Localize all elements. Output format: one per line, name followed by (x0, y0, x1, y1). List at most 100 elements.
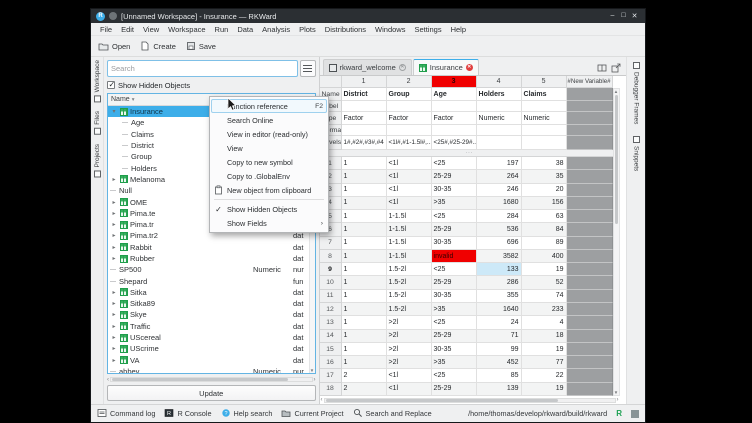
data-cell-r14-c1[interactable]: 1 (342, 330, 387, 343)
expander-collapsed-icon[interactable]: ▸ (110, 199, 118, 206)
data-cell-r14-c3[interactable]: 25-29 (432, 330, 477, 343)
data-cell-r13-c3[interactable]: <25 (432, 316, 477, 329)
menu-item-new-object-from-clipboard[interactable]: New object from clipboard (210, 183, 328, 197)
data-cell-r7-c5[interactable]: 89 (522, 237, 567, 250)
new-variable-cell[interactable] (567, 250, 613, 263)
data-cell-r6-c1[interactable]: 1 (342, 223, 387, 236)
dock-tab-snippets[interactable]: Snippets (633, 136, 640, 171)
new-variable-cell[interactable] (567, 303, 613, 316)
data-cell-r18-c2[interactable]: <1l (387, 383, 432, 396)
statusbar-search-and-replace-button[interactable]: Search and Replace (353, 408, 432, 420)
data-cell-r10-c2[interactable]: 1.5-2l (387, 276, 432, 289)
menu-plots[interactable]: Plots (295, 24, 320, 35)
dock-tab-workspace[interactable]: Workspace (94, 60, 101, 102)
menu-view[interactable]: View (139, 24, 163, 35)
meta-levels-cell[interactable]: <1l#,#1-1.5l#,... (387, 136, 432, 150)
data-cell-r17-c2[interactable]: <1l (387, 369, 432, 382)
meta-name-cell[interactable]: Group (387, 88, 432, 101)
dock-tab-debugger-frames[interactable]: Debugger Frames (633, 62, 640, 124)
expander-collapsed-icon[interactable]: ▸ (110, 345, 118, 352)
data-cell-r5-c5[interactable]: 63 (522, 210, 567, 223)
new-variable-cell[interactable] (567, 369, 613, 382)
menu-settings[interactable]: Settings (410, 24, 445, 35)
meta-levels-cell[interactable]: <25#,#25-29#... (432, 136, 477, 150)
data-cell-r18-c1[interactable]: 2 (342, 383, 387, 396)
close-button[interactable]: ✕ (629, 12, 640, 20)
menu-item-view[interactable]: View (210, 141, 328, 155)
data-cell-r15-c5[interactable]: 19 (522, 343, 567, 356)
data-cell-r3-c4[interactable]: 246 (477, 184, 522, 197)
meta-name-cell[interactable]: Age (432, 88, 477, 101)
table-vscroll-thumb[interactable] (615, 95, 618, 224)
meta-label-cell[interactable] (387, 101, 432, 112)
tree-item-va[interactable]: ▸VAdat (108, 355, 315, 366)
data-cell-r6-c5[interactable]: 84 (522, 223, 567, 236)
close-tab-icon[interactable]: ✕ (466, 64, 473, 71)
column-header-1[interactable]: 1 (342, 76, 387, 88)
expander-collapsed-icon[interactable]: ▸ (110, 289, 118, 296)
data-cell-r2-c3[interactable]: 25-29 (432, 170, 477, 183)
data-cell-r6-c3[interactable]: 25-29 (432, 223, 477, 236)
meta-levels-cell[interactable] (477, 136, 522, 150)
statusbar-command-log-button[interactable]: Command log (97, 408, 155, 420)
data-cell-r8-c1[interactable]: 1 (342, 250, 387, 263)
data-cell-r3-c5[interactable]: 20 (522, 184, 567, 197)
statusbar-r-console-button[interactable]: RR Console (164, 408, 211, 420)
data-cell-r9-c5[interactable]: 19 (522, 263, 567, 276)
menu-item-view-in-editor-read-only-[interactable]: View in editor (read-only) (210, 127, 328, 141)
menu-help[interactable]: Help (447, 24, 470, 35)
table-horizontal-scrollbar[interactable]: ‹ › (320, 396, 620, 404)
new-variable-cell[interactable] (567, 88, 613, 101)
show-hidden-checkbox[interactable] (107, 81, 115, 89)
scroll-down-icon[interactable]: ▼ (614, 390, 619, 395)
data-cell-r16-c5[interactable]: 77 (522, 356, 567, 369)
meta-label-cell[interactable] (432, 101, 477, 112)
data-cell-r4-c5[interactable]: 156 (522, 197, 567, 210)
tree-item-traffic[interactable]: ▸Trafficdat (108, 321, 315, 332)
data-cell-r1-c3[interactable]: <25 (432, 157, 477, 170)
data-cell-r18-c5[interactable]: 19 (522, 383, 567, 396)
data-cell-r11-c2[interactable]: 1.5-2l (387, 290, 432, 303)
data-cell-r5-c2[interactable]: 1-1.5l (387, 210, 432, 223)
data-cell-r3-c1[interactable]: 1 (342, 184, 387, 197)
data-cell-r8-c4[interactable]: 3582 (477, 250, 522, 263)
tree-item-sitka[interactable]: ▸Sitkadat (108, 287, 315, 298)
column-header-2[interactable]: 2 (387, 76, 432, 88)
detach-window-icon[interactable] (611, 63, 621, 73)
data-cell-r17-c3[interactable]: <25 (432, 369, 477, 382)
tree-item-uscereal[interactable]: ▸UScerealdat (108, 332, 315, 343)
new-variable-cell[interactable] (567, 290, 613, 303)
row-header-13[interactable]: 13 (320, 316, 342, 329)
row-header-15[interactable]: 15 (320, 343, 342, 356)
data-cell-r16-c2[interactable]: >2l (387, 356, 432, 369)
dock-tab-projects[interactable]: Projects (94, 144, 101, 177)
data-cell-r9-c1[interactable]: 1 (342, 263, 387, 276)
meta-type-cell[interactable]: Factor (432, 112, 477, 125)
new-variable-cell[interactable] (567, 112, 613, 125)
meta-name-cell[interactable]: Claims (522, 88, 567, 101)
data-cell-r10-c3[interactable]: 25-29 (432, 276, 477, 289)
meta-levels-cell[interactable]: 1#,#2#,#3#,#4 (342, 136, 387, 150)
data-cell-r11-c4[interactable]: 355 (477, 290, 522, 303)
dock-tab-files[interactable]: Files (94, 111, 101, 135)
data-cell-r4-c4[interactable]: 1680 (477, 197, 522, 210)
tree-item-rabbit[interactable]: ▸Rabbitdat (108, 242, 315, 253)
menu-run[interactable]: Run (211, 24, 233, 35)
meta-label-cell[interactable] (522, 101, 567, 112)
meta-format-cell[interactable] (432, 125, 477, 136)
menu-item-show-hidden-objects[interactable]: ✓Show Hidden Objects (210, 202, 328, 216)
data-cell-r15-c1[interactable]: 1 (342, 343, 387, 356)
new-variable-cell[interactable] (567, 237, 613, 250)
menu-item-copy-to-new-symbol[interactable]: Copy to new symbol (210, 155, 328, 169)
meta-type-cell[interactable]: Factor (342, 112, 387, 125)
tree-horizontal-scrollbar[interactable]: ‹ › (107, 376, 316, 383)
scroll-left-icon[interactable]: ‹ (321, 397, 323, 403)
column-header-5[interactable]: 5 (522, 76, 567, 88)
data-cell-r8-c5[interactable]: 400 (522, 250, 567, 263)
data-cell-r2-c4[interactable]: 264 (477, 170, 522, 183)
table-hscroll-thumb[interactable] (326, 399, 558, 402)
data-cell-r11-c5[interactable]: 74 (522, 290, 567, 303)
table-vertical-scrollbar[interactable]: ▲ ▼ (613, 88, 620, 396)
data-cell-r10-c5[interactable]: 52 (522, 276, 567, 289)
meta-type-cell[interactable]: Factor (387, 112, 432, 125)
